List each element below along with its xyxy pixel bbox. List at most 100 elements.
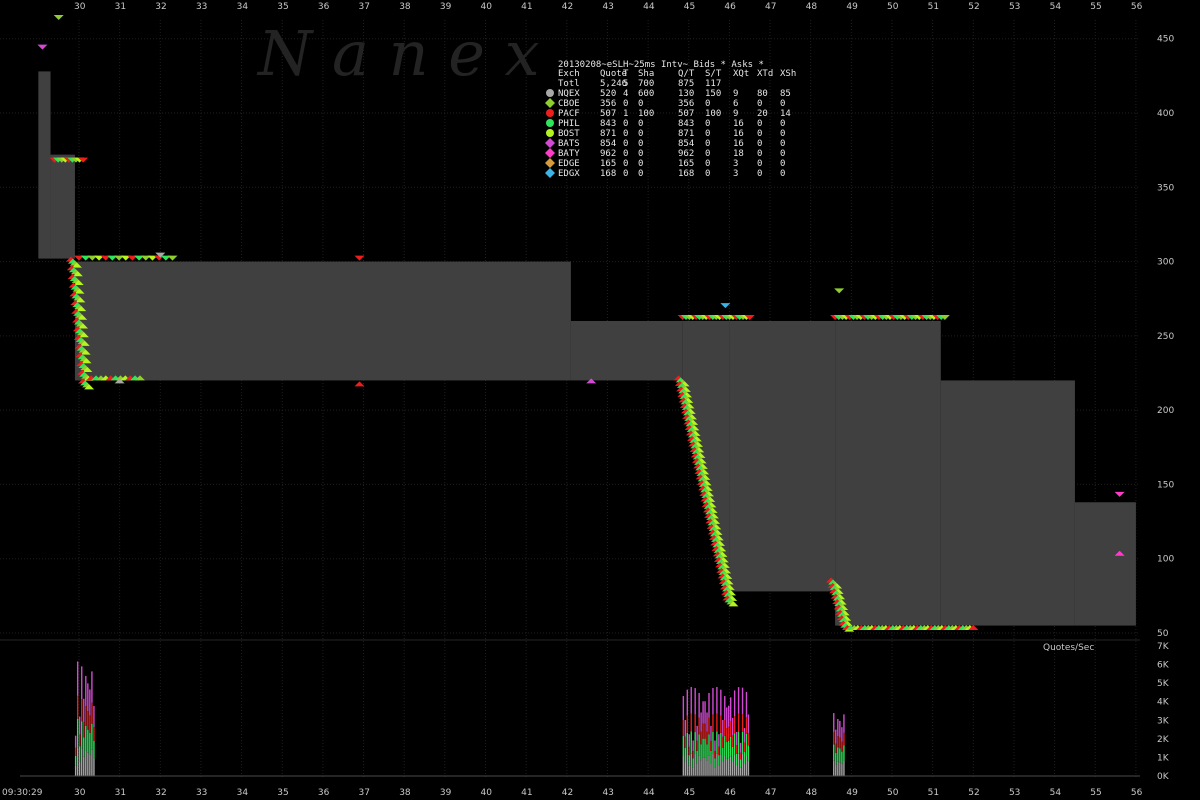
quotes-bar — [74, 735, 77, 748]
time-tick-label-bottom: 30 — [74, 788, 86, 798]
quotes-bar — [710, 750, 712, 764]
quotes-bar — [729, 736, 732, 757]
price-tick-label: 200 — [1157, 406, 1174, 416]
table-cell: 16 — [733, 139, 744, 149]
quotes-bar — [682, 720, 685, 737]
quotes-bar — [79, 761, 81, 776]
table-total-cell: 700 — [638, 79, 654, 89]
time-tick-label-top: 30 — [74, 2, 86, 12]
quotes-bar — [698, 692, 700, 718]
time-tick-label-top: 44 — [643, 2, 655, 12]
quotes-bar — [85, 750, 87, 776]
table-cell: 0 — [780, 159, 785, 169]
table-cell: 0 — [705, 159, 710, 169]
quotes-bar — [839, 720, 841, 738]
spread-band — [50, 154, 75, 259]
quotes-bar — [682, 736, 685, 757]
quotes-bar — [83, 737, 85, 757]
quotes-bar — [841, 741, 843, 752]
table-cell: 0 — [780, 169, 785, 179]
quotes-bar — [737, 731, 740, 754]
quotes-bar — [733, 754, 736, 776]
table-cell: 0 — [705, 139, 710, 149]
quotes-bar — [688, 755, 690, 766]
quotes-bar — [712, 754, 714, 776]
quotes-bar — [708, 755, 710, 776]
volume-tick-label: 1K — [1157, 753, 1170, 763]
time-tick-label-bottom: 48 — [806, 788, 818, 798]
table-cell: 80 — [757, 89, 768, 99]
time-tick-label-bottom: 53 — [1009, 788, 1020, 798]
quotes-bar — [743, 742, 746, 753]
table-cell: 0 — [780, 99, 785, 109]
table-cell: 0 — [638, 169, 643, 179]
time-tick-label-top: 56 — [1131, 2, 1143, 12]
time-tick-label-bottom: 42 — [562, 788, 573, 798]
quotes-bar — [710, 763, 712, 776]
quotes-bar — [745, 691, 748, 718]
quotes-bar — [745, 717, 748, 734]
quotes-bar — [714, 751, 716, 759]
table-cell: 0 — [623, 119, 628, 129]
price-tick-label: 350 — [1157, 183, 1174, 193]
volume-tick-label: 6K — [1157, 661, 1170, 671]
quotes-bar — [724, 720, 726, 737]
quotes-bar — [694, 714, 696, 733]
table-exchange-name: PHIL — [558, 119, 580, 129]
quotes-bar — [706, 731, 708, 745]
time-tick-label-bottom: 51 — [928, 788, 939, 798]
quotes-bar — [686, 754, 688, 776]
table-cell: 0 — [757, 99, 762, 109]
quotes-bar — [843, 714, 845, 733]
table-exchange-name: CBOE — [558, 99, 580, 109]
pacf-legend-marker — [546, 109, 554, 117]
time-tick-label-top: 51 — [928, 2, 939, 12]
table-cell: 0 — [757, 149, 762, 159]
time-tick-label-bottom: 37 — [359, 788, 370, 798]
quotes-bar — [700, 760, 702, 776]
quotes-bar — [728, 726, 730, 741]
quotes-bar — [743, 752, 746, 765]
quotes-bar — [729, 756, 732, 776]
table-header: XQt — [733, 69, 749, 79]
time-tick-label-bottom: 36 — [318, 788, 330, 798]
table-cell: 165 — [678, 159, 694, 169]
quotes-bar — [83, 721, 85, 738]
quotes-bar — [682, 756, 685, 776]
quotes-bar — [706, 760, 708, 776]
spread-band — [38, 71, 51, 259]
table-header: XSh — [780, 69, 796, 79]
spread-band — [1074, 502, 1136, 626]
quotes-bar — [83, 698, 85, 722]
ask-marker-bats — [37, 44, 48, 50]
time-tick-label-bottom: 32 — [155, 788, 166, 798]
quotes-bar — [85, 675, 87, 706]
quotes-bar — [722, 747, 724, 762]
table-header: XTd — [757, 69, 773, 79]
quotes-bar — [837, 736, 839, 748]
time-tick-label-bottom: 34 — [237, 788, 249, 798]
quotes-bar — [731, 761, 734, 776]
quotes-bar — [833, 731, 835, 745]
quotes-bar — [735, 753, 738, 765]
time-tick-label-bottom: 52 — [968, 788, 979, 798]
quotes-bar — [720, 754, 722, 776]
time-tick-label-bottom: 35 — [277, 788, 288, 798]
quotes-bar — [839, 748, 841, 763]
quotes-bar — [688, 734, 690, 747]
quotes-bar — [841, 763, 843, 776]
quotes-bar — [690, 686, 692, 714]
quotes-bar — [837, 719, 839, 737]
quotes-bar — [702, 738, 704, 758]
time-tick-label-bottom: 43 — [602, 788, 613, 798]
table-cell: 0 — [623, 169, 628, 179]
quotes-bar — [696, 763, 698, 776]
edge-legend-marker — [545, 158, 555, 168]
table-exchange-name: EDGE — [558, 159, 580, 169]
time-tick-label-top: 43 — [602, 2, 613, 12]
table-cell: 0 — [623, 159, 628, 169]
quotes-bar — [841, 751, 843, 764]
quotes-bar — [733, 690, 736, 717]
table-cell: 0 — [705, 119, 710, 129]
table-exchange-name: BATS — [558, 139, 580, 149]
